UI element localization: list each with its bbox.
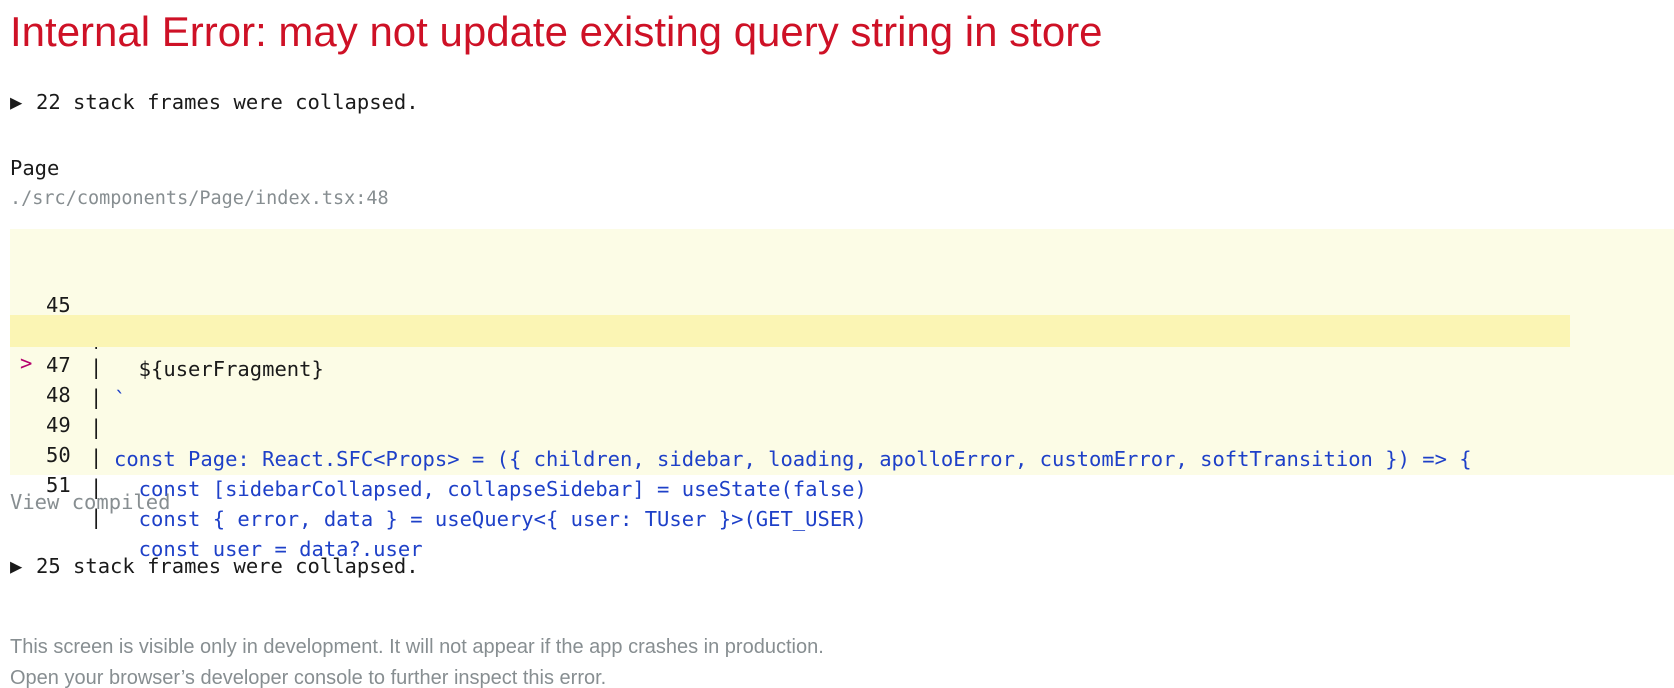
code-snippet: 45 | ${userFragment} 46 | ` 47 | > 48 | … — [10, 229, 1674, 561]
collapsed-frames-label: 22 stack frames were collapsed. — [36, 90, 419, 114]
view-compiled-link[interactable]: View compiled — [10, 488, 170, 516]
line-code: ` — [114, 387, 127, 411]
line-separator: | — [90, 415, 103, 439]
line-code: const { error, data } = useQuery<{ user:… — [114, 507, 867, 531]
collapsed-frames-label: 25 stack frames were collapsed. — [36, 554, 419, 578]
stack-frame-file-location: ./src/components/Page/index.tsx:48 — [10, 188, 389, 209]
collapsed-frames-toggle[interactable]: ▶ 22 stack frames were collapsed. — [10, 88, 419, 116]
highlighted-code-line: > 48 | const Page: React.SFC<Props> = ({… — [10, 315, 1570, 471]
code-line: 51 | const user = data?.user — [10, 405, 423, 561]
expand-triangle-icon: ▶ — [10, 554, 23, 578]
line-separator: | — [90, 385, 103, 409]
line-separator: | — [90, 355, 103, 379]
line-code: const Page: React.SFC<Props> = ({ childr… — [114, 447, 1472, 471]
footer-console-hint: Open your browser’s developer console to… — [10, 667, 607, 688]
line-code: ${userFragment} — [114, 357, 324, 381]
error-title: Internal Error: may not update existing … — [10, 8, 1103, 55]
line-separator: | — [90, 445, 103, 469]
collapsed-frames-toggle[interactable]: ▶ 25 stack frames were collapsed. — [10, 552, 419, 580]
code-line: 50 | const { error, data } = useQuery<{ … — [10, 375, 867, 531]
code-line: 47 | — [10, 285, 102, 409]
stack-frame-function-name: Page — [10, 156, 60, 180]
code-line: 45 | ${userFragment} — [10, 225, 324, 381]
line-code: const [sidebarCollapsed, collapseSidebar… — [114, 477, 867, 501]
code-line: 49 | const [sidebarCollapsed, collapseSi… — [10, 345, 867, 501]
footer-dev-notice: This screen is visible only in developme… — [10, 636, 824, 658]
code-line: 46 | ` — [10, 255, 126, 411]
expand-triangle-icon: ▶ — [10, 90, 23, 114]
